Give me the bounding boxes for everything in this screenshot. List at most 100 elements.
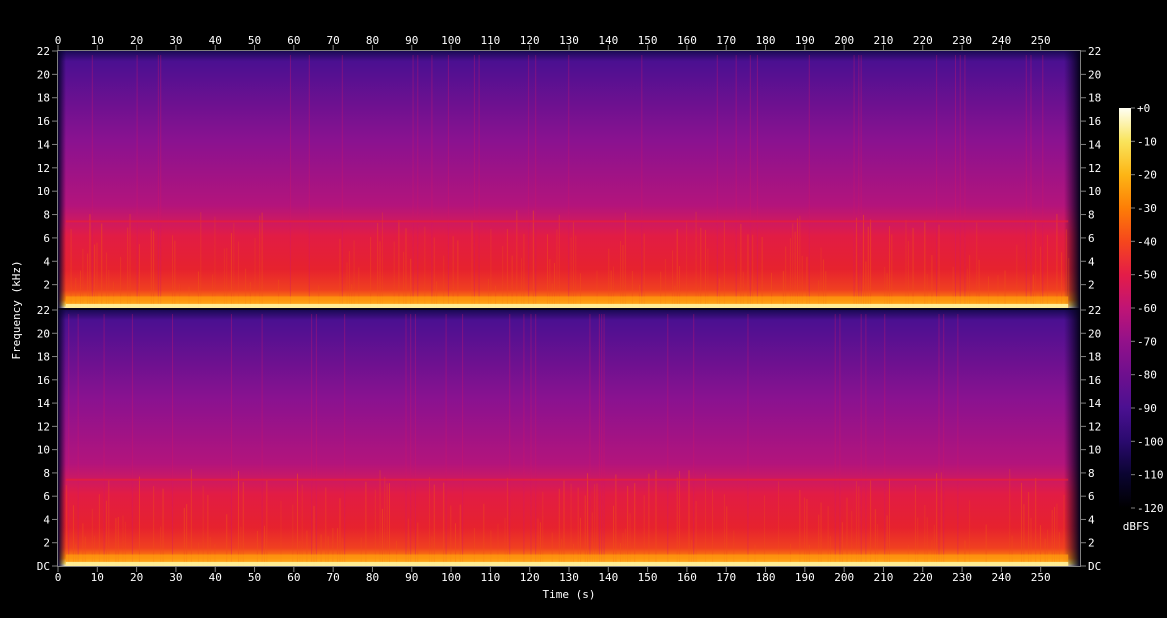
- broadband-stripe: [1025, 55, 1027, 304]
- transient-stripe: [867, 226, 869, 308]
- x-tick-label-top: 50: [248, 34, 261, 47]
- x-tick-label-bottom: 50: [248, 571, 261, 584]
- broadband-stripe: [955, 55, 957, 304]
- transient-stripe: [153, 486, 155, 566]
- x-tick-label-bottom: 210: [874, 571, 894, 584]
- broadband-stripe: [68, 314, 70, 562]
- y-tick-label-right: 4: [1088, 513, 1095, 526]
- transient-stripe: [888, 226, 890, 308]
- y-tick-label-right: 6: [1088, 232, 1095, 245]
- x-tick-label-top: 170: [716, 34, 736, 47]
- transient-stripe: [723, 220, 725, 308]
- x-tick-label-bottom: 40: [209, 571, 222, 584]
- x-tick-label-bottom: 230: [952, 571, 972, 584]
- transient-stripe: [506, 477, 508, 566]
- y-tick-label-left: 12: [37, 420, 50, 433]
- y-tick-label-left: 2: [43, 537, 50, 550]
- broadband-stripe: [405, 314, 407, 562]
- transient-stripe: [150, 228, 152, 308]
- transient-stripe: [870, 480, 872, 566]
- transient-stripe: [627, 485, 629, 566]
- broadband-stripe: [756, 55, 758, 304]
- y-tick-label-left: 10: [37, 444, 50, 457]
- transient-stripe: [695, 211, 697, 308]
- x-tick-label-bottom: 10: [91, 571, 104, 584]
- transient-stripe: [624, 212, 626, 308]
- transient-stripe: [863, 214, 865, 308]
- y-tick-label-left: 12: [37, 162, 50, 175]
- broadband-stripe: [943, 314, 945, 562]
- y-tick-label-right: 10: [1088, 444, 1101, 457]
- x-tick-label-bottom: 140: [598, 571, 618, 584]
- colorbar-tick-label: -30: [1137, 202, 1157, 215]
- y-tick-label-right: 12: [1088, 162, 1101, 175]
- colorbar-tick-label: -70: [1137, 335, 1157, 348]
- transient-stripe: [377, 222, 379, 308]
- broadband-stripe: [884, 314, 886, 562]
- broadband-stripe: [834, 314, 836, 562]
- y-axis-label: Frequency (kHz): [10, 260, 23, 359]
- broadband-stripe: [667, 314, 669, 562]
- y-tick-label-left: 2: [43, 279, 50, 292]
- transient-stripe: [924, 221, 926, 308]
- spectrogram-figure: 0 10 20 30 40 50 60 70 80 90 100 110 120 130 140 150 160…: [0, 0, 1167, 613]
- transient-stripe: [855, 217, 857, 308]
- y-tick-label-right: 6: [1088, 490, 1095, 503]
- channel-separator: [58, 308, 1080, 310]
- x-tick-label-top: 70: [327, 34, 340, 47]
- transient-stripe: [233, 223, 235, 308]
- transient-stripe: [388, 483, 390, 566]
- transient-stripe: [259, 215, 261, 308]
- transient-stripe: [261, 212, 263, 308]
- colorbar-tick-label: -10: [1137, 135, 1157, 148]
- broadband-stripe: [936, 55, 938, 304]
- transient-stripe: [490, 229, 492, 308]
- transient-stripe: [424, 226, 426, 308]
- broadband-stripe: [747, 314, 749, 562]
- transient-stripe: [938, 224, 940, 308]
- colorbar-tick-label: -110: [1137, 469, 1164, 482]
- x-tick-label-bottom: 190: [795, 571, 815, 584]
- broadband-stripe: [858, 55, 860, 304]
- broadband-stripe: [160, 55, 162, 304]
- y-tick-label-left: 8: [43, 467, 50, 480]
- transient-stripe: [65, 485, 67, 566]
- broadband-stripe: [431, 55, 433, 304]
- broadband-stripe: [839, 314, 841, 562]
- x-tick-label-top: 140: [598, 34, 618, 47]
- broadband-stripe: [308, 55, 310, 304]
- broadband-stripe: [959, 55, 961, 304]
- broadband-stripe: [598, 314, 600, 562]
- broadband-stripe: [535, 314, 537, 562]
- broadband-stripe: [131, 314, 133, 562]
- y-tick-label-left: 18: [37, 351, 50, 364]
- broadband-stripe: [808, 55, 810, 304]
- y-tick-label-left: 4: [43, 255, 50, 268]
- broadband-stripe: [528, 55, 530, 304]
- x-tick-label-bottom: 110: [480, 571, 500, 584]
- x-tick-label-top: 250: [1031, 34, 1051, 47]
- colorbar: +0 -10 -20 -30 -40 -50 -60 -70 -80 -90 -100 -110 -12…: [1119, 102, 1164, 533]
- broadband-stripe: [230, 314, 232, 562]
- broadband-stripe: [447, 55, 449, 304]
- transient-stripe: [242, 481, 244, 566]
- transient-stripe: [596, 483, 598, 566]
- y-tick-label-left: 6: [43, 490, 50, 503]
- colorbar-tick-label: -100: [1137, 435, 1164, 448]
- y-tick-label-left: 18: [37, 92, 50, 105]
- transient-stripe: [587, 473, 589, 566]
- dc-band: [65, 561, 1069, 566]
- y-tick-label-right: 14: [1088, 397, 1102, 410]
- x-tick-label-bottom: 100: [441, 571, 461, 584]
- x-tick-label-top: 40: [209, 34, 222, 47]
- y-tick-label-left: 14: [37, 138, 51, 151]
- transient-stripe: [238, 471, 240, 566]
- transient-stripe: [266, 479, 268, 566]
- y-tick-label-right: 2: [1088, 279, 1095, 292]
- transient-stripe: [200, 212, 202, 308]
- transient-stripe: [301, 484, 303, 566]
- transient-stripe: [101, 223, 103, 308]
- x-tick-label-top: 210: [874, 34, 894, 47]
- transient-stripe: [398, 220, 400, 308]
- transient-stripe: [1021, 482, 1023, 566]
